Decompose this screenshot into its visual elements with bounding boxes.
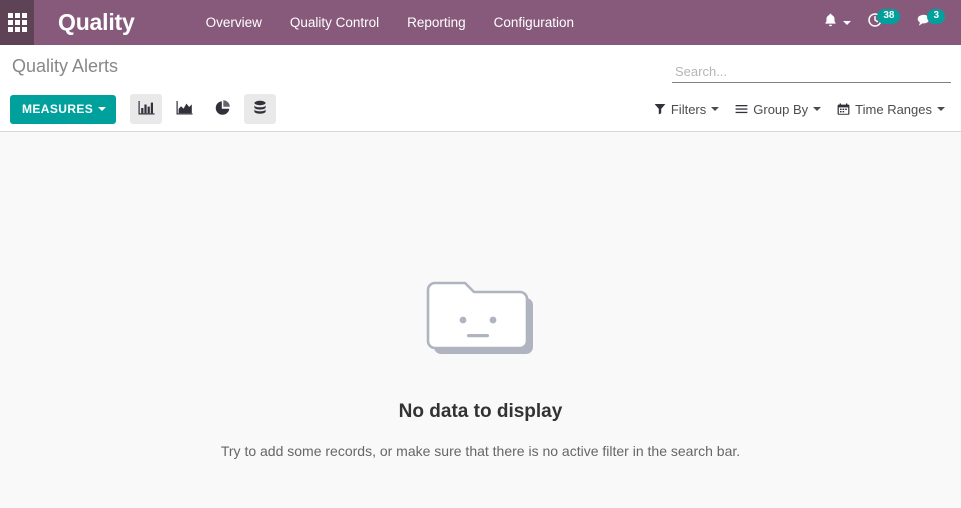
folder-neutral-face-icon [425,277,537,367]
activities-menu[interactable]: 38 [859,9,908,33]
app-brand-title[interactable]: Quality [34,9,135,36]
chevron-down-icon [98,106,107,111]
empty-state-subtitle: Try to add some records, or make sure th… [220,443,741,459]
activities-count-badge: 38 [877,9,901,24]
filters-dropdown[interactable]: Filters [646,98,727,121]
main-menu: Overview Quality Control Reporting Confi… [192,15,588,30]
filters-label: Filters [670,101,707,117]
menu-item-configuration[interactable]: Configuration [480,15,588,30]
view-button-bar-chart[interactable] [130,94,163,124]
control-panel: Quality Alerts MEASURES [0,45,961,132]
pie-chart-icon [214,99,231,119]
chevron-down-icon [843,20,852,25]
bell-icon [823,12,838,33]
line-chart-icon [176,100,193,119]
group-by-dropdown[interactable]: Group By [727,98,829,121]
search-bar[interactable] [672,62,951,83]
view-button-pie-chart[interactable] [206,94,238,124]
view-button-pivot-table[interactable] [244,94,277,124]
filter-controls: Filters Group By Time Ranges [646,98,953,121]
chevron-down-icon [711,107,720,111]
menu-item-overview[interactable]: Overview [192,15,276,30]
bars-icon [735,103,748,115]
measures-button-label: MEASURES [22,101,94,116]
messages-count-badge: 3 [927,9,945,24]
group-by-label: Group By [753,101,809,117]
control-panel-top-row: Quality Alerts [0,45,961,87]
apps-grid-icon [7,13,27,32]
search-input[interactable] [672,62,951,82]
calendar-icon [837,102,850,116]
apps-menu-button[interactable] [0,0,34,45]
main-content-area: No data to display Try to add some recor… [0,132,961,508]
view-switcher [130,94,277,124]
funnel-icon [654,103,666,115]
top-navbar: Quality Overview Quality Control Reporti… [0,0,961,45]
menu-item-quality-control[interactable]: Quality Control [276,15,393,30]
bar-chart-icon [138,100,155,119]
measures-button[interactable]: MEASURES [10,94,117,124]
navbar-right-tools: 38 3 [815,0,953,45]
time-ranges-label: Time Ranges [855,101,932,117]
empty-state-title: No data to display [398,401,563,422]
messages-menu[interactable]: 3 [908,9,953,33]
chevron-down-icon [813,107,822,111]
control-panel-bottom-row: MEASURES Filters Group By Time Ranges [0,87,961,131]
breadcrumb: Quality Alerts [12,55,119,76]
view-button-line-chart[interactable] [168,94,200,124]
menu-item-reporting[interactable]: Reporting [393,15,480,30]
chevron-down-icon [937,107,945,111]
time-ranges-dropdown[interactable]: Time Ranges [829,98,953,121]
notifications-menu[interactable] [815,12,859,33]
database-stack-icon [252,100,268,119]
